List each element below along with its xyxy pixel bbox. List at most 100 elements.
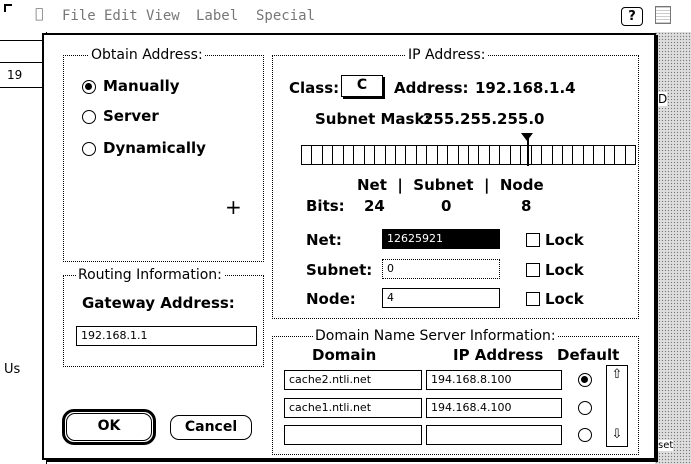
- subnet-lock-label[interactable]: Lock: [545, 261, 584, 279]
- routing-information-title: Routing Information:: [76, 267, 224, 283]
- crosshair-cursor-icon: +: [225, 195, 242, 219]
- background-text: set: [658, 440, 674, 451]
- slider-bit-cell: [375, 146, 386, 164]
- ok-button[interactable]: OK: [66, 413, 152, 441]
- slider-bit-cell: [406, 146, 417, 164]
- gateway-address-field[interactable]: 192.168.1.1: [76, 326, 257, 346]
- dns-ip-field[interactable]: [426, 425, 562, 445]
- menu-label[interactable]: Label: [196, 8, 238, 24]
- radio-server[interactable]: [82, 110, 96, 124]
- menu-file[interactable]: File: [62, 8, 96, 24]
- menu-bar:  File Edit View Label Special ?: [0, 0, 691, 32]
- scroll-up-arrow-icon[interactable]: ⇧: [610, 368, 624, 382]
- address-label: Address:: [394, 79, 469, 97]
- subnet-mask-value: 255.255.255.0: [423, 110, 545, 128]
- slider-bit-cell: [532, 146, 543, 164]
- subnet-field[interactable]: 0: [382, 259, 500, 279]
- slider-bit-cell: [500, 146, 511, 164]
- slider-thumb-stem: [527, 138, 529, 166]
- background-text: 19: [7, 68, 23, 82]
- bits-label: Bits:: [306, 197, 345, 215]
- node-label: Node:: [306, 290, 356, 308]
- slider-bit-cell: [302, 146, 313, 164]
- divider: [0, 62, 46, 63]
- slider-bit-cell: [386, 146, 396, 164]
- background-text: D: [658, 92, 668, 106]
- dns-ip-field[interactable]: 194.168.8.100: [426, 370, 562, 390]
- routing-information-group: Routing Information:: [63, 267, 264, 367]
- dns-default-radio[interactable]: [578, 373, 592, 387]
- radio-manually[interactable]: [82, 80, 96, 94]
- background-window-left: 19 Us: [0, 32, 47, 464]
- dns-domain-field[interactable]: [284, 425, 422, 445]
- node-lock-label[interactable]: Lock: [545, 290, 584, 308]
- slider-bit-cell: [563, 146, 574, 164]
- ip-address-title: IP Address:: [406, 47, 488, 63]
- obtain-address-title: Obtain Address:: [89, 47, 205, 63]
- label-server[interactable]: Server: [103, 107, 159, 125]
- dns-default-radio[interactable]: [578, 428, 592, 442]
- dns-domain-field[interactable]: cache1.ntli.net: [284, 398, 422, 418]
- screen-corner: [4, 4, 12, 12]
- dns-ip-field[interactable]: 194.168.4.100: [426, 398, 562, 418]
- divider: [0, 87, 46, 88]
- dns-column-domain: Domain: [312, 346, 377, 364]
- slider-bit-cell: [312, 146, 323, 164]
- bits-node-value: 8: [521, 197, 532, 215]
- class-popup[interactable]: C: [341, 75, 383, 97]
- slider-bit-cell: [365, 146, 376, 164]
- slider-bit-cell: [469, 146, 480, 164]
- slider-bit-cell: [448, 146, 459, 164]
- dns-domain-field[interactable]: cache2.ntli.net: [284, 370, 422, 390]
- menu-edit[interactable]: Edit: [104, 8, 138, 24]
- menu-view[interactable]: View: [146, 8, 180, 24]
- net-lock-label[interactable]: Lock: [545, 231, 584, 249]
- subnet-label: Subnet:: [306, 261, 373, 279]
- subnet-bit-slider[interactable]: [301, 145, 636, 165]
- slider-bit-cell: [333, 146, 344, 164]
- bits-header: Net | Subnet | Node: [357, 176, 544, 194]
- slider-bit-cell: [438, 146, 449, 164]
- slider-bit-cell: [584, 146, 595, 164]
- dns-scrollbar[interactable]: ⇧ ⇩: [606, 365, 628, 447]
- dns-default-radio[interactable]: [578, 401, 592, 415]
- apple-menu-icon[interactable]: : [35, 6, 43, 22]
- slider-bit-cell: [354, 146, 365, 164]
- help-icon[interactable]: ?: [621, 7, 643, 26]
- dns-column-default: Default: [557, 346, 620, 364]
- net-field[interactable]: 12625921: [382, 229, 500, 249]
- slider-bit-cell: [594, 146, 605, 164]
- slider-bit-cell: [542, 146, 553, 164]
- net-lock-checkbox[interactable]: [526, 233, 540, 247]
- bits-net-value: 24: [364, 197, 385, 215]
- label-manually[interactable]: Manually: [103, 77, 180, 95]
- slider-bit-cell: [459, 146, 469, 164]
- menu-special[interactable]: Special: [256, 8, 315, 24]
- net-label: Net:: [306, 231, 342, 249]
- node-field[interactable]: 4: [382, 288, 500, 308]
- label-dynamically[interactable]: Dynamically: [103, 139, 206, 157]
- background-window-right: D set: [655, 32, 691, 464]
- slider-bit-cell: [417, 146, 428, 164]
- subnet-lock-checkbox[interactable]: [526, 263, 540, 277]
- slider-bit-cell: [573, 146, 584, 164]
- slider-bit-cell: [490, 146, 501, 164]
- node-lock-checkbox[interactable]: [526, 292, 540, 306]
- slider-bit-cell: [396, 146, 407, 164]
- bits-subnet-value: 0: [441, 197, 452, 215]
- address-value: 192.168.1.4: [475, 79, 576, 97]
- slider-bit-cell: [615, 146, 626, 164]
- slider-bit-cell: [344, 146, 355, 164]
- scroll-down-arrow-icon[interactable]: ⇩: [610, 428, 624, 442]
- cancel-button[interactable]: Cancel: [170, 415, 252, 440]
- background-text: Us: [4, 362, 21, 377]
- application-menu-icon[interactable]: [655, 6, 671, 24]
- slider-bit-cell: [323, 146, 334, 164]
- dns-column-ip: IP Address: [453, 346, 544, 364]
- slider-bit-cell: [605, 146, 616, 164]
- class-label: Class:: [289, 79, 340, 97]
- dns-title: Domain Name Server Information:: [313, 328, 558, 344]
- slider-bit-cell: [479, 146, 490, 164]
- radio-dynamically[interactable]: [82, 142, 96, 156]
- slider-bit-cell: [427, 146, 438, 164]
